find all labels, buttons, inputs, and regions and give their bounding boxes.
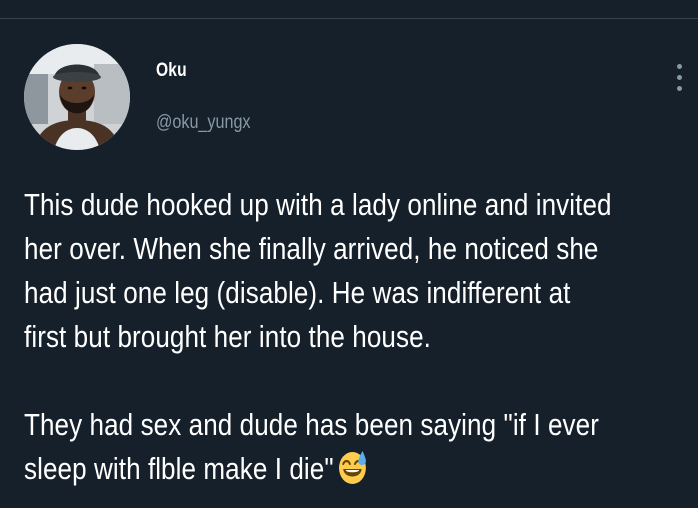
more-options-dot	[677, 75, 682, 80]
tweet-text-line: This dude hooked up with a lady online a…	[24, 187, 612, 222]
tweet-text-segment: sleep with ﬂble make I die"	[24, 451, 334, 486]
tweet-text-line: had just one leg (disable). He was indif…	[24, 275, 571, 310]
tweet-text: This dude hooked up with a lady online a…	[24, 183, 612, 491]
avatar-image	[24, 44, 130, 150]
more-options-dot	[677, 86, 682, 91]
more-options-dot	[677, 64, 682, 69]
top-divider	[0, 18, 698, 19]
grinning-face-with-sweat-icon	[338, 451, 366, 484]
author-handle[interactable]: @oku_yungx	[156, 112, 251, 134]
avatar[interactable]	[24, 44, 130, 150]
author-display-name[interactable]: Oku	[156, 60, 187, 82]
tweet-text-line: her over. When she finally arrived, he n…	[24, 231, 599, 266]
more-options-button[interactable]	[668, 62, 692, 94]
tweet-text-line-with-emoji: sleep with ﬂble make I die"	[24, 447, 612, 491]
tweet-text-line: They had sex and dude has been saying "i…	[24, 407, 599, 442]
tweet-text-line: first but brought her into the house.	[24, 319, 431, 354]
